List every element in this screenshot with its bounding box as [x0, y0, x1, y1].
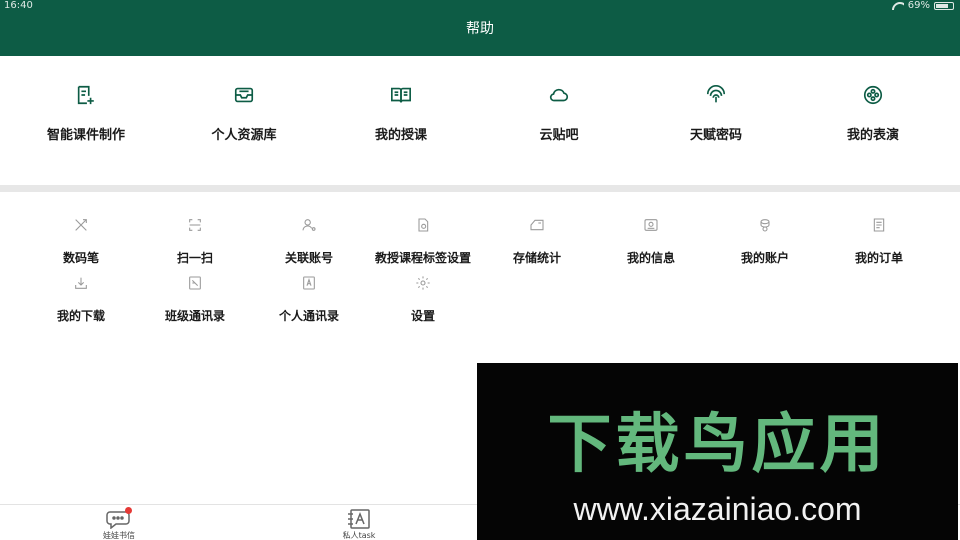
scan-icon	[189, 219, 201, 231]
menu-item-class-contacts[interactable]: 班级通讯录	[138, 275, 252, 324]
feature-talent-code[interactable]: 天赋密码	[636, 84, 796, 143]
feature-cloud-forum[interactable]: 云贴吧	[479, 84, 639, 143]
battery-percent: 69%	[907, 0, 930, 11]
menu-item-digital-pen[interactable]: 数码笔	[24, 217, 138, 266]
menu-item-settings[interactable]: 设置	[366, 275, 480, 324]
menu-item-scan[interactable]: 扫一扫	[138, 217, 252, 266]
pen-tools-icon	[75, 219, 87, 231]
class-contacts-icon	[189, 276, 201, 290]
menu-item-label: 班级通讯录	[164, 309, 225, 323]
menu-item-label: 设置	[410, 309, 435, 323]
document-plus-icon	[77, 85, 94, 105]
fingerprint-icon	[706, 85, 726, 103]
tab-letters[interactable]: 娃娃书信	[74, 507, 164, 540]
menu-item-label: 扫一扫	[176, 251, 213, 265]
menu-item-my-info[interactable]: 我的信息	[594, 217, 708, 266]
feature-label: 天赋密码	[689, 128, 742, 143]
status-right: 69%	[892, 0, 954, 11]
tag-settings-icon	[418, 218, 429, 232]
menu-item-label: 数码笔	[62, 251, 99, 265]
menu-item-label: 我的账户	[740, 251, 789, 265]
watermark-title: 下载鸟应用	[547, 408, 888, 482]
watermark-overlay: 下载鸟应用 www.xiazainiao.com	[477, 363, 958, 540]
open-book-icon	[391, 87, 411, 103]
menu-item-label: 我的下载	[56, 309, 105, 323]
menu-item-personal-contacts[interactable]: 个人通讯录	[252, 275, 366, 324]
menu-item-linked-accounts[interactable]: 关联账号	[252, 217, 366, 266]
menu-item-label: 教授课程标签设置	[374, 251, 471, 265]
chat-bubble-icon	[106, 507, 132, 530]
coins-icon	[760, 219, 770, 232]
tab-label: 私人task	[342, 531, 376, 540]
tab-private-task[interactable]: 私人task	[314, 509, 404, 540]
page-title: 帮助	[466, 21, 494, 37]
id-card-icon	[644, 219, 658, 231]
tab-label: 娃娃书信	[103, 531, 135, 540]
menu-item-storage-stats[interactable]: 存储统计	[480, 217, 594, 266]
menu-item-my-orders[interactable]: 我的订单	[822, 217, 936, 266]
contacts-icon	[303, 276, 315, 290]
feature-label: 我的授课	[374, 128, 427, 143]
status-time: 16:40	[4, 0, 33, 11]
section-divider	[0, 185, 960, 192]
primary-feature-grid: 智能课件制作 个人资源库 我的授课 云贴吧 天赋密码 我的表演	[0, 84, 960, 164]
menu-item-course-tag-settings[interactable]: 教授课程标签设置	[356, 217, 490, 266]
storage-icon	[530, 219, 544, 231]
inbox-tray-icon	[234, 87, 254, 103]
menu-item-label: 关联账号	[284, 251, 333, 265]
cloud-icon	[549, 88, 569, 102]
watermark-url: www.xiazainiao.com	[573, 491, 862, 527]
menu-item-my-account[interactable]: 我的账户	[708, 217, 822, 266]
gear-icon	[416, 276, 430, 290]
feature-my-teaching[interactable]: 我的授课	[321, 84, 481, 143]
menu-item-label: 我的信息	[626, 251, 675, 265]
film-reel-icon	[863, 85, 883, 105]
notebook-a-icon	[346, 509, 372, 529]
feature-label: 个人资源库	[211, 128, 277, 143]
feature-smart-courseware[interactable]: 智能课件制作	[6, 84, 166, 143]
status-bar: 16:40 69%	[0, 0, 960, 14]
battery-icon	[934, 1, 954, 10]
feature-my-performance[interactable]: 我的表演	[793, 84, 953, 143]
feature-resource-library[interactable]: 个人资源库	[164, 84, 324, 143]
menu-item-label: 我的订单	[854, 251, 903, 265]
notification-badge	[125, 507, 132, 514]
download-icon	[75, 277, 87, 289]
feature-label: 智能课件制作	[46, 128, 125, 143]
menu-item-label: 存储统计	[512, 251, 561, 265]
app-header: 16:40 69% 帮助	[0, 0, 960, 56]
feature-label: 云贴吧	[539, 128, 579, 143]
menu-item-label: 个人通讯录	[278, 309, 339, 323]
feature-label: 我的表演	[846, 128, 899, 143]
user-link-icon	[302, 219, 316, 231]
menu-item-my-downloads[interactable]: 我的下载	[24, 275, 138, 324]
order-list-icon	[873, 218, 885, 232]
wifi-icon	[892, 2, 904, 10]
